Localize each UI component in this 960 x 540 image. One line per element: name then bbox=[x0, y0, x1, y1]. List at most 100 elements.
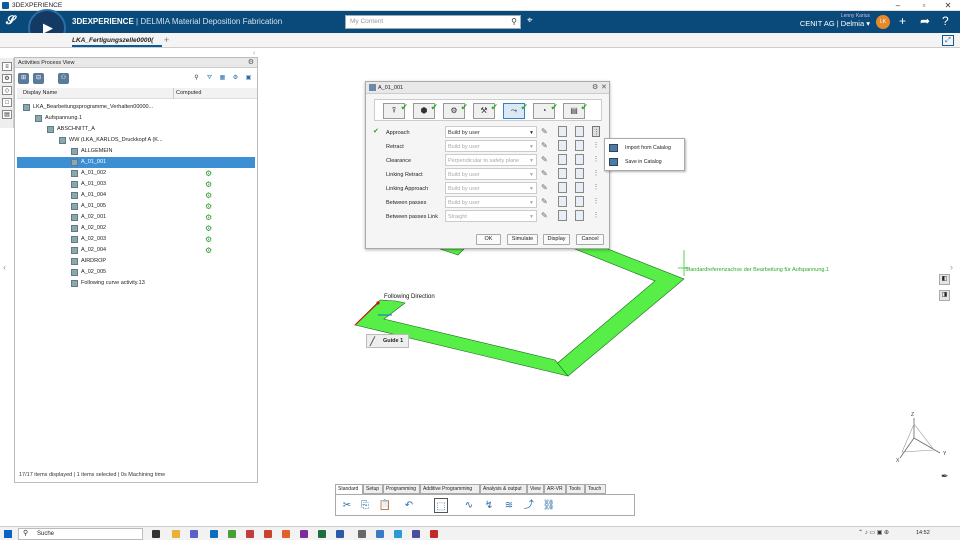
paste-macro-icon[interactable] bbox=[575, 168, 584, 179]
powerpoint-icon[interactable] bbox=[264, 530, 272, 538]
copy-macro-icon[interactable] bbox=[558, 182, 567, 193]
contour-activity-icon[interactable]: ⤴ bbox=[522, 498, 536, 513]
action-tab[interactable]: Additive Programming bbox=[420, 484, 480, 494]
more-options-icon[interactable]: ⋮ bbox=[592, 126, 600, 137]
edit-macro-icon[interactable]: ✎ bbox=[541, 182, 548, 194]
copy-macro-icon[interactable] bbox=[558, 210, 567, 221]
action-tab[interactable]: Analysis & output bbox=[480, 484, 527, 494]
action-tab[interactable]: Setup bbox=[363, 484, 383, 494]
curve-activity-icon[interactable]: ∿ bbox=[462, 498, 476, 513]
edit-macro-icon[interactable]: ✎ bbox=[541, 196, 548, 208]
compass-triad[interactable] bbox=[899, 418, 941, 459]
chevron-down-icon: ▼ bbox=[529, 214, 534, 220]
more-options-icon[interactable]: ⋮ bbox=[592, 210, 600, 221]
ok-button[interactable]: OK bbox=[476, 234, 501, 245]
word-icon[interactable] bbox=[336, 530, 344, 538]
paste-macro-icon[interactable] bbox=[575, 154, 584, 165]
tab-geometry-icon[interactable]: ⬢ ✔ bbox=[413, 102, 438, 119]
macro-mode-select[interactable]: Straight ▼ bbox=[445, 210, 537, 222]
more-options-icon[interactable]: ⋮ bbox=[592, 196, 600, 207]
taskbar-search[interactable]: ⚲ Suche bbox=[18, 528, 143, 540]
macro-mode-select[interactable]: Perpendicular to safety plane ▼ bbox=[445, 154, 537, 166]
app-red2-icon[interactable] bbox=[430, 530, 438, 538]
guide-tag[interactable]: ╱ Guide 1 bbox=[366, 334, 409, 348]
chrome-icon[interactable] bbox=[228, 530, 236, 538]
network-activity-icon[interactable]: ⛓ bbox=[542, 498, 556, 513]
paste-macro-icon[interactable] bbox=[575, 182, 584, 193]
app-purple-icon[interactable] bbox=[412, 530, 420, 538]
copy-macro-icon[interactable] bbox=[558, 126, 567, 137]
paste-macro-icon[interactable] bbox=[575, 126, 584, 137]
macro-mode-select[interactable]: Build by user ▼ bbox=[445, 182, 537, 194]
spiral-activity-icon[interactable]: ↯ bbox=[482, 498, 496, 513]
windows-start-icon[interactable] bbox=[4, 530, 12, 538]
firefox-icon[interactable] bbox=[282, 530, 290, 538]
paste-icon[interactable]: 📋 bbox=[378, 498, 392, 513]
side-tool-1-icon[interactable]: ◧ bbox=[939, 274, 950, 285]
outlook-icon[interactable] bbox=[210, 530, 218, 538]
tab-tool-icon[interactable]: ⍒ ✔ bbox=[383, 102, 408, 119]
more-options-icon[interactable]: ⋮ bbox=[592, 154, 600, 165]
tab-notes-icon[interactable]: ▤ ✔ bbox=[563, 102, 588, 119]
action-tab[interactable]: Programming bbox=[383, 484, 420, 494]
paste-macro-icon[interactable] bbox=[575, 196, 584, 207]
app-blue-icon[interactable] bbox=[376, 530, 384, 538]
cut-icon[interactable]: ✂ bbox=[340, 498, 354, 513]
pen-tool-icon[interactable]: ✒ bbox=[941, 471, 949, 482]
action-tab[interactable]: View bbox=[527, 484, 544, 494]
system-tray-icons[interactable]: ⌃ ♪ ▭ ▣ ⊕ bbox=[858, 529, 889, 536]
explorer-icon[interactable] bbox=[172, 530, 180, 538]
macro-mode-select[interactable]: Build by user ▼ bbox=[445, 140, 537, 152]
edit-macro-icon[interactable]: ✎ bbox=[541, 168, 548, 180]
chevron-down-icon: ▼ bbox=[529, 144, 534, 150]
dialog-close-icon[interactable]: ✕ bbox=[601, 82, 607, 94]
copy-macro-icon[interactable] bbox=[558, 168, 567, 179]
edit-macro-icon[interactable]: ✎ bbox=[541, 210, 548, 222]
macro-mode-value: Straight bbox=[448, 214, 467, 220]
macro-mode-select[interactable]: Build by user ▼ bbox=[445, 126, 537, 138]
select-icon[interactable]: ⬚ bbox=[434, 498, 448, 513]
tab-macros-icon[interactable]: ⤳ ✔ bbox=[503, 102, 528, 119]
copy-macro-icon[interactable] bbox=[558, 196, 567, 207]
display-button[interactable]: Display bbox=[543, 234, 570, 245]
menu-import-catalog[interactable]: Import from Catalog bbox=[605, 141, 684, 155]
edit-macro-icon[interactable]: ✎ bbox=[541, 154, 548, 166]
undo-icon[interactable]: ↶ bbox=[402, 498, 416, 513]
more-options-icon[interactable]: ⋮ bbox=[592, 168, 600, 179]
edit-macro-icon[interactable]: ✎ bbox=[541, 140, 548, 152]
paste-macro-icon[interactable] bbox=[575, 210, 584, 221]
excel-icon[interactable] bbox=[318, 530, 326, 538]
teams-icon[interactable] bbox=[190, 530, 198, 538]
cancel-button[interactable]: Cancel bbox=[576, 234, 604, 245]
onenote-icon[interactable] bbox=[300, 530, 308, 538]
copy-icon[interactable]: ⎘ bbox=[358, 498, 372, 513]
copy-macro-icon[interactable] bbox=[558, 140, 567, 151]
more-options-icon[interactable]: ⋮ bbox=[592, 140, 600, 151]
more-options-icon[interactable]: ⋮ bbox=[592, 182, 600, 193]
action-tab[interactable]: Tools bbox=[566, 484, 585, 494]
app-cyan-icon[interactable] bbox=[394, 530, 402, 538]
task-view-icon[interactable] bbox=[152, 530, 160, 538]
action-tab[interactable]: Standard bbox=[335, 484, 363, 494]
action-tab[interactable]: Touch bbox=[585, 484, 606, 494]
collapse-right-icon[interactable]: › bbox=[950, 262, 953, 272]
macro-label: Approach bbox=[386, 130, 410, 136]
fill-activity-icon[interactable]: ≋ bbox=[502, 498, 516, 513]
menu-save-catalog[interactable]: Save in Catalog bbox=[605, 155, 684, 169]
paste-macro-icon[interactable] bbox=[575, 140, 584, 151]
app-red-icon[interactable] bbox=[246, 530, 254, 538]
app-gray-icon[interactable] bbox=[358, 530, 366, 538]
macro-mode-select[interactable]: Build by user ▼ bbox=[445, 168, 537, 180]
action-tab[interactable]: AR-VR bbox=[544, 484, 566, 494]
macro-mode-select[interactable]: Build by user ▼ bbox=[445, 196, 537, 208]
tab-strategy-icon[interactable]: ⚙ ✔ bbox=[443, 102, 468, 119]
edit-macro-icon[interactable]: ✎ bbox=[541, 126, 548, 138]
collapse-left-icon[interactable]: ‹ bbox=[3, 262, 6, 272]
dialog-settings-icon[interactable]: ⚙ bbox=[592, 82, 598, 94]
tab-parameters-icon[interactable]: ⚒ ✔ bbox=[473, 102, 498, 119]
simulate-button[interactable]: Simulate bbox=[507, 234, 538, 245]
side-tool-2-icon[interactable]: ◨ bbox=[939, 290, 950, 301]
copy-macro-icon[interactable] bbox=[558, 154, 567, 165]
tab-feeds-icon[interactable]: ◔ ✔ bbox=[533, 102, 558, 119]
panel-collapse-icon[interactable]: ‹ bbox=[253, 50, 255, 57]
